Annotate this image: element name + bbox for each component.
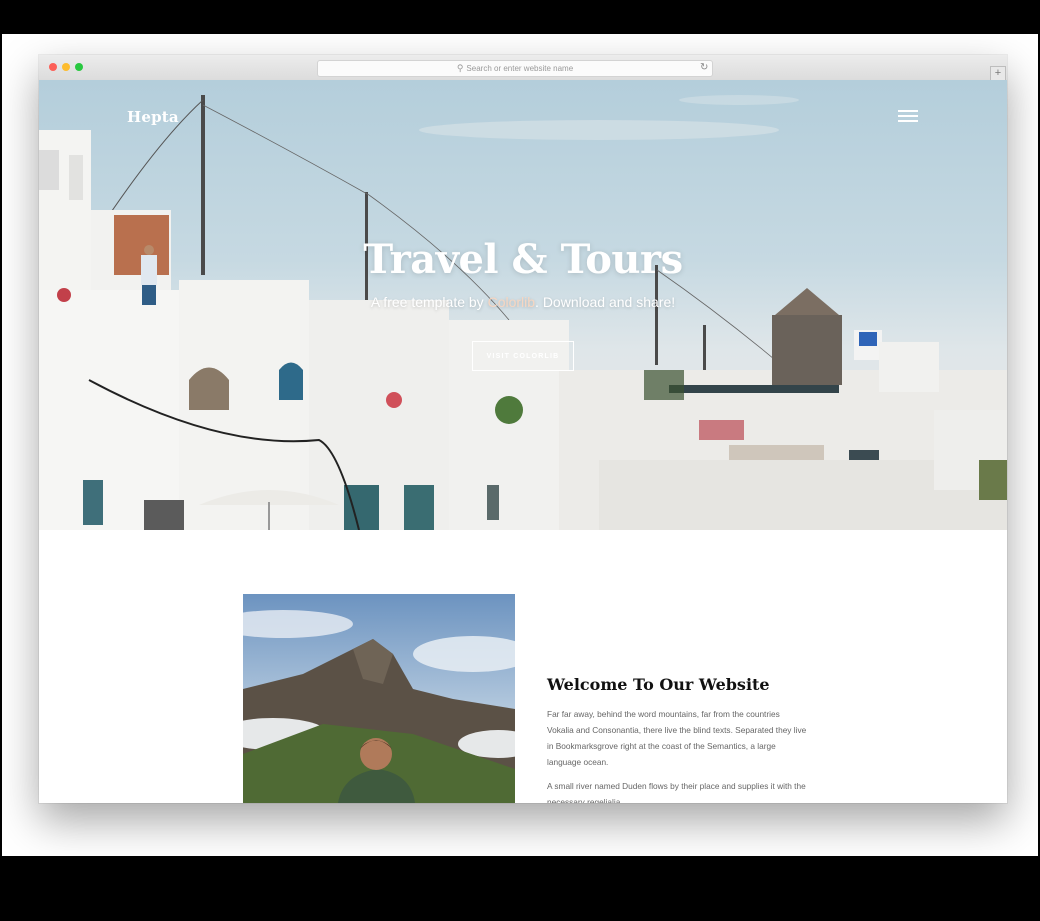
site-logo[interactable]: Hepta	[127, 108, 179, 126]
about-paragraph-2: A small river named Duden flows by their…	[547, 781, 806, 803]
close-window-button[interactable]	[49, 63, 57, 71]
reload-icon[interactable]: ↻	[700, 62, 708, 73]
about-image	[243, 594, 515, 803]
new-tab-button[interactable]: +	[990, 66, 1006, 81]
hero-subtitle-prefix: A free template by	[370, 294, 488, 310]
address-bar[interactable]: ⚲ Search or enter website name	[317, 60, 713, 77]
browser-window: ⚲ Search or enter website name ↻ + Hepta…	[39, 55, 1007, 803]
hero-title: Travel & Tours	[363, 236, 683, 283]
hamburger-menu-icon[interactable]	[898, 110, 918, 122]
colorlib-link[interactable]: Colorlib	[488, 294, 535, 310]
about-paragraph-1: Far far away, behind the word mountains,…	[547, 709, 807, 767]
search-icon: ⚲	[456, 63, 464, 73]
browser-toolbar: ⚲ Search or enter website name ↻ +	[39, 55, 1007, 81]
visit-colorlib-button[interactable]: VISIT COLORLIB	[472, 341, 574, 371]
hero-subtitle-suffix: . Download and share!	[535, 294, 676, 310]
about-heading: Welcome To Our Website	[547, 675, 770, 694]
hero-subtitle: A free template by Colorlib. Download an…	[39, 294, 1007, 310]
screenshot-backdrop: ⚲ Search or enter website name ↻ + Hepta…	[2, 34, 1038, 856]
address-bar-placeholder: Search or enter website name	[466, 64, 574, 73]
hero-section: Hepta Travel & Tours A free template by …	[39, 80, 1007, 530]
minimize-window-button[interactable]	[62, 63, 70, 71]
zoom-window-button[interactable]	[75, 63, 83, 71]
